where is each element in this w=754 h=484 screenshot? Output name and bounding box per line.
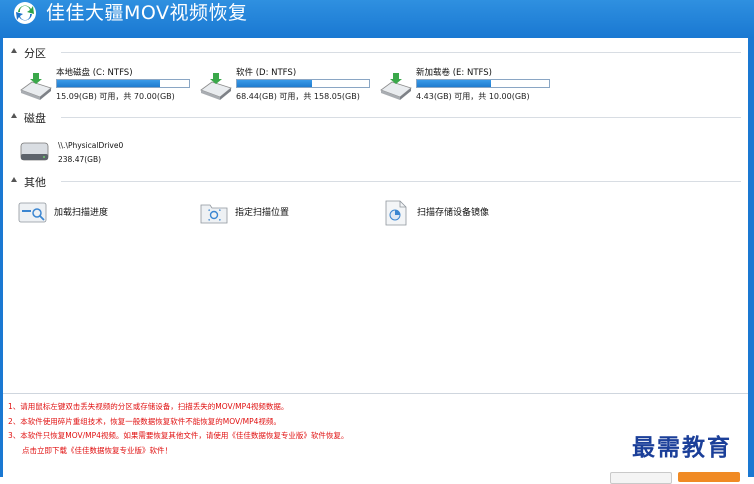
load-scan-progress-label: 加载扫描进度	[54, 208, 109, 218]
partition-space-info: 68.44(GB) 可用，共 158.05(GB)	[236, 92, 360, 101]
collapse-arrow-icon[interactable]	[11, 48, 17, 53]
partition-usage-bar	[236, 79, 370, 88]
partition-section-label: 分区	[24, 47, 46, 60]
partition-name: 本地磁盘 (C: NTFS)	[56, 68, 133, 78]
window-border-right	[748, 38, 754, 477]
section-divider	[61, 181, 741, 182]
usage-fill	[417, 80, 491, 87]
note-line-1: 1、请用鼠标左键双击丢失视频的分区或存储设备，扫描丢失的MOV/MP4视频数据。	[8, 402, 289, 411]
section-divider	[61, 52, 741, 53]
disk-section-header[interactable]: 磁盘	[11, 110, 741, 125]
disk-section-label: 磁盘	[24, 112, 46, 125]
app-title: 佳佳大疆MOV视频恢复	[46, 2, 248, 24]
notes-divider	[3, 393, 748, 394]
hard-drive-icon	[20, 73, 52, 100]
partition-item-e[interactable]: 新加载卷 (E: NTFS) 4.43(GB) 可用，共 10.00(GB)	[378, 67, 558, 107]
partition-item-d[interactable]: 软件 (D: NTFS) 68.44(GB) 可用，共 158.05(GB)	[198, 67, 378, 107]
download-link[interactable]: 点击立即下载《佳佳数据恢复专业版》软件！	[8, 444, 348, 459]
note-line-3: 3、本软件只恢复MOV/MP4视频。如果需要恢复其他文件，请使用《佳佳数据恢复专…	[8, 431, 349, 440]
physical-disk-icon	[20, 142, 49, 161]
section-divider	[61, 117, 741, 118]
load-scan-progress-item[interactable]: 加载扫描进度	[18, 200, 188, 228]
partition-usage-bar	[416, 79, 550, 88]
hard-drive-icon	[200, 73, 232, 100]
folder-scan-icon	[200, 204, 228, 224]
disk-image-icon	[385, 200, 407, 226]
usage-fill	[57, 80, 160, 87]
other-section-label: 其他	[24, 176, 46, 189]
hard-drive-icon	[380, 73, 412, 100]
collapse-arrow-icon[interactable]	[11, 113, 17, 118]
partition-usage-bar	[56, 79, 190, 88]
disk-item-physicaldrive0[interactable]: \\.\PhysicalDrive0 238.47(GB)	[20, 139, 160, 169]
partition-name: 软件 (D: NTFS)	[236, 68, 297, 78]
scan-device-image-item[interactable]: 扫描存储设备镜像	[381, 200, 551, 228]
disk-name: \\.\PhysicalDrive0	[58, 141, 124, 150]
partition-section-header[interactable]: 分区	[11, 45, 741, 60]
partition-space-info: 4.43(GB) 可用，共 10.00(GB)	[416, 92, 530, 101]
usage-notes: 1、请用鼠标左键双击丢失视频的分区或存储设备，扫描丢失的MOV/MP4视频数据。…	[8, 400, 348, 458]
note-line-2: 2、本软件使用碎片重组技术，恢复一般数据恢复软件不能恢复的MOV/MP4视频。	[8, 416, 281, 426]
other-section-header[interactable]: 其他	[11, 174, 741, 189]
disk-size: 238.47(GB)	[58, 155, 102, 164]
load-progress-icon	[18, 202, 47, 223]
watermark-text: 最需教育	[632, 434, 732, 461]
specify-scan-location-item[interactable]: 指定扫描位置	[199, 200, 369, 228]
secondary-button[interactable]	[610, 472, 672, 484]
title-bar: 佳佳大疆MOV视频恢复	[0, 0, 754, 38]
primary-button[interactable]	[678, 472, 740, 482]
usage-fill	[237, 80, 313, 87]
partition-space-info: 15.09(GB) 可用，共 70.00(GB)	[56, 92, 175, 101]
app-logo-icon	[14, 2, 36, 24]
partition-name: 新加载卷 (E: NTFS)	[416, 68, 492, 78]
specify-scan-location-label: 指定扫描位置	[235, 208, 290, 218]
main-panel: 分区 本地磁盘 (C: NTFS) 15.09(GB) 可用，共 70.00(G…	[3, 38, 748, 477]
collapse-arrow-icon[interactable]	[11, 177, 17, 182]
partition-item-c[interactable]: 本地磁盘 (C: NTFS) 15.09(GB) 可用，共 70.00(GB)	[18, 67, 198, 107]
scan-device-image-label: 扫描存储设备镜像	[417, 208, 490, 218]
